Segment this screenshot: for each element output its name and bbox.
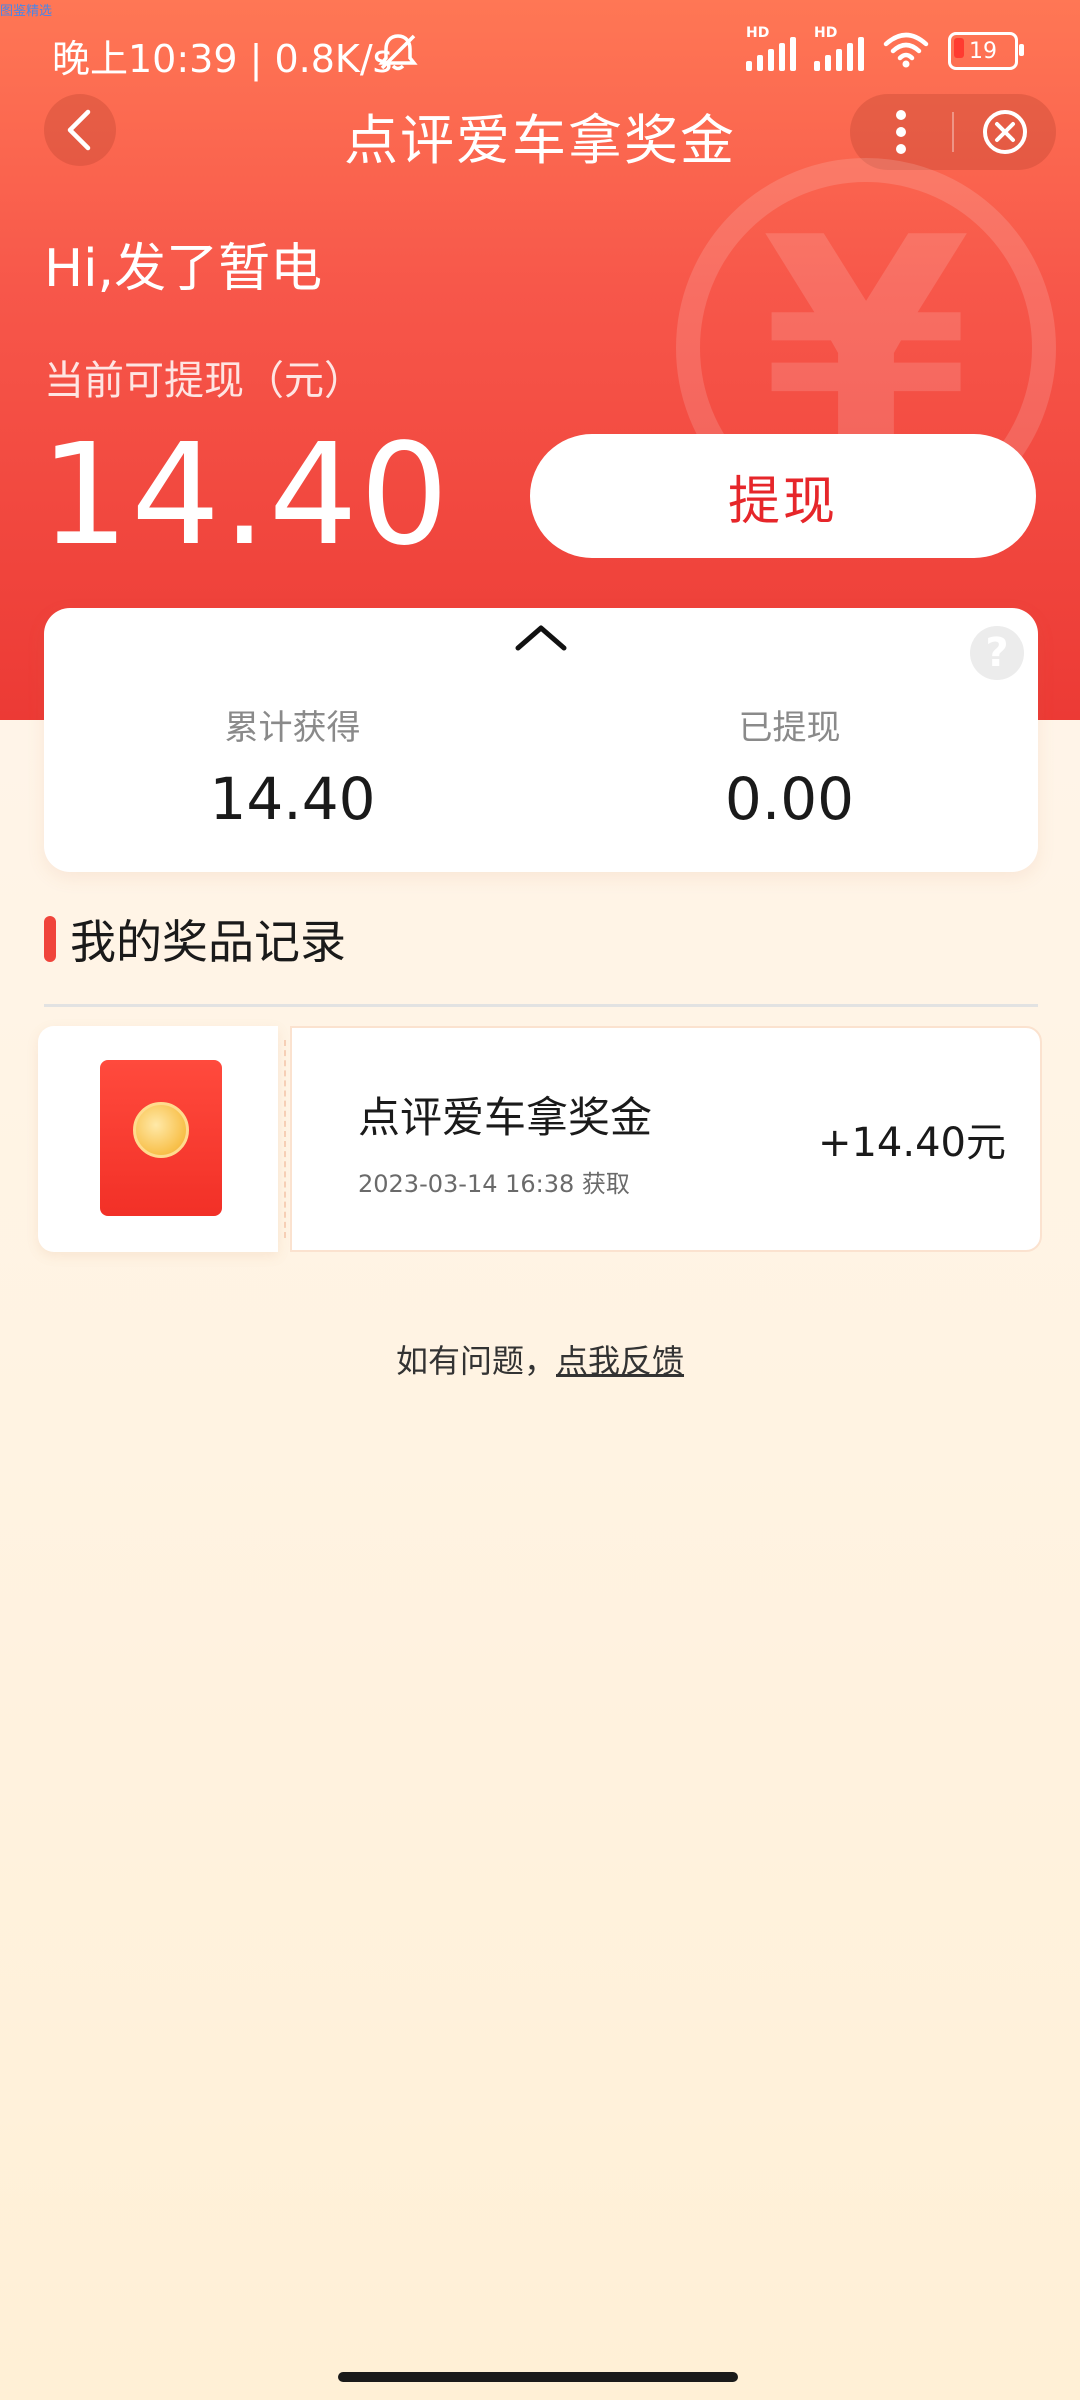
records-title-text: 我的奖品记录 [70,915,346,969]
close-button[interactable] [954,94,1056,170]
help-icon[interactable]: ? [970,626,1024,680]
withdraw-button[interactable]: 提现 [530,434,1036,558]
records-section-title: 我的奖品记录 [44,906,346,972]
close-circle-icon [983,110,1027,154]
signal-sim1-icon: HD [746,25,796,71]
home-indicator[interactable] [338,2372,738,2382]
greeting-text: Hi,发了暂电 [44,239,323,299]
more-vertical-icon [896,110,906,154]
feedback-row: 如有问题，点我反馈 [0,1336,1080,1382]
available-balance-label: 当前可提现（元） [44,358,364,404]
wifi-icon [882,30,930,72]
record-details-panel: 点评爱车拿奖金 2023-03-14 16:38 获取 +14.40元 [290,1026,1042,1252]
withdrawn-stat: 已提现 0.00 [541,700,1038,833]
status-bar: 晚上10:39 | 0.8K/s HD HD 19 [0,0,1080,100]
withdrawn-value: 0.00 [724,765,855,833]
signal-sim2-icon: HD [814,25,864,71]
record-time: 2023-03-14 16:38 获取 [358,1170,630,1198]
withdrawn-label: 已提现 [738,708,841,748]
stats-card: ? 累计获得 14.40 已提现 0.00 [44,608,1038,872]
feedback-link[interactable]: 点我反馈 [556,1342,684,1380]
collapse-chevron-button[interactable] [514,622,568,656]
status-icons: HD HD 19 [746,25,1024,72]
battery-icon: 19 [948,32,1024,70]
record-item[interactable]: 点评爱车拿奖金 2023-03-14 16:38 获取 +14.40元 [38,1026,1042,1252]
status-time-speed: 晚上10:39 | 0.8K/s [52,37,393,81]
feedback-prefix: 如有问题， [395,1342,556,1380]
record-title: 点评爱车拿奖金 [358,1093,653,1142]
available-balance-amount: 14.40 [40,414,451,577]
section-accent-bar [44,916,56,962]
battery-level: 19 [969,38,997,64]
section-divider [44,1004,1038,1007]
total-earned-value: 14.40 [209,765,376,833]
chevron-up-icon [515,625,567,651]
record-amount: +14.40元 [817,1120,1006,1166]
record-icon-panel [38,1026,278,1252]
red-packet-icon [100,1060,222,1216]
mute-bell-icon [376,32,420,76]
ticket-dashed-divider [284,1040,286,1238]
total-earned-label: 累计获得 [224,708,361,748]
total-earned-stat: 累计获得 14.40 [44,700,541,833]
